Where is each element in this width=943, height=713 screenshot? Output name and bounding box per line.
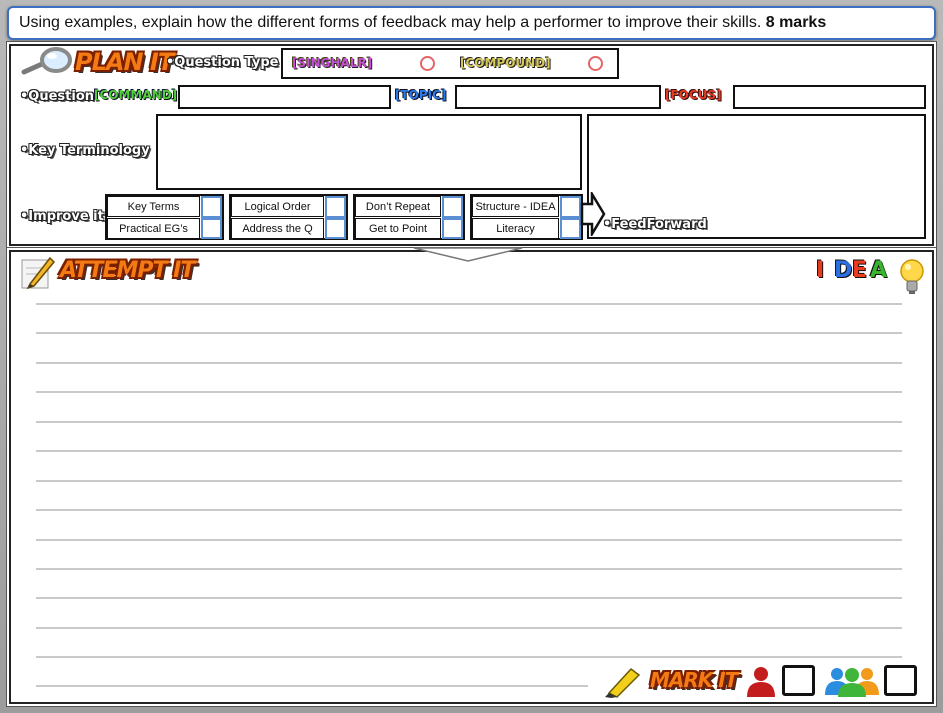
question-label: •Question [20, 89, 95, 104]
key-terminology-input[interactable] [156, 114, 582, 190]
attempt-title: ATTEMPT IT [60, 258, 195, 283]
idea-letter: I [816, 258, 825, 283]
person-icon [747, 667, 775, 697]
focus-tag: [FOCUS] [665, 88, 722, 102]
improve-item: Don’t Repeat [355, 196, 441, 217]
arrow-down-icon [413, 247, 523, 262]
idea-letter: A [870, 258, 888, 283]
command-tag: [COMMAND] [94, 88, 178, 102]
topic-input[interactable] [455, 85, 661, 109]
mark-title: MARK IT [650, 668, 738, 692]
highlighter-icon [605, 667, 641, 698]
improve-item: Get to Point [355, 218, 441, 239]
question-bar: Using examples, explain how the differen… [7, 6, 936, 40]
improve-item: Logical Order [231, 196, 324, 217]
writing-line[interactable] [36, 480, 902, 482]
lightbulb-icon [900, 259, 924, 294]
improve-item: Address the Q [231, 218, 324, 239]
writing-line[interactable] [36, 509, 902, 511]
improve-item: Key Terms [107, 196, 200, 217]
plan-title: PLAN IT [75, 48, 174, 76]
improve-checkbox[interactable] [201, 218, 222, 239]
writing-line[interactable] [36, 539, 902, 541]
group-icon [825, 668, 879, 697]
attempt-panel [9, 250, 934, 704]
writing-line[interactable] [36, 303, 902, 305]
type-compound-label: [COMPOUND] [460, 56, 551, 70]
peer-mark-box[interactable] [884, 665, 917, 696]
focus-input[interactable] [733, 85, 926, 109]
improve-item: Structure - IDEA [472, 196, 559, 217]
type-single-radio[interactable] [420, 56, 435, 71]
type-single-label: [SINGHALR] [292, 56, 373, 70]
writing-line[interactable] [36, 450, 902, 452]
topic-tag: [TOPIC] [395, 88, 447, 102]
arrow-right-icon [580, 192, 606, 236]
type-compound-radio[interactable] [588, 56, 603, 71]
improve-item: Literacy [472, 218, 559, 239]
improve-checkbox[interactable] [325, 218, 346, 239]
worksheet-page: Using examples, explain how the differen… [0, 0, 943, 713]
improve-checkbox[interactable] [560, 196, 581, 218]
writing-line[interactable] [36, 421, 902, 423]
question-text: Using examples, explain how the differen… [19, 14, 762, 31]
writing-line[interactable] [36, 568, 902, 570]
writing-line[interactable] [36, 627, 902, 629]
writing-line[interactable] [36, 362, 902, 364]
improve-checkbox[interactable] [442, 196, 463, 218]
improve-checkbox[interactable] [442, 218, 463, 239]
writing-line[interactable] [36, 391, 902, 393]
command-input[interactable] [178, 85, 391, 109]
idea-letter: D [834, 258, 853, 283]
improve-item: Practical EG’s [107, 218, 200, 239]
writing-line[interactable] [36, 656, 902, 658]
magnifier-icon [21, 47, 72, 75]
idea-letter: E [852, 258, 868, 283]
writing-line[interactable] [36, 332, 902, 334]
self-mark-box[interactable] [782, 665, 815, 696]
improve-checkbox[interactable] [325, 196, 346, 218]
feedforward-label: •FeedForward [603, 217, 707, 232]
writing-line[interactable] [36, 685, 588, 687]
improve-checkbox[interactable] [560, 218, 581, 239]
writing-line[interactable] [36, 597, 902, 599]
improve-label: •Improve it [20, 209, 104, 224]
key-terminology-label: •Key Terminology [20, 143, 150, 158]
pencil-icon [21, 256, 56, 290]
improve-checkbox[interactable] [201, 196, 222, 218]
question-marks: 8 marks [765, 14, 827, 31]
question-type-label: •Question Type [166, 55, 279, 70]
